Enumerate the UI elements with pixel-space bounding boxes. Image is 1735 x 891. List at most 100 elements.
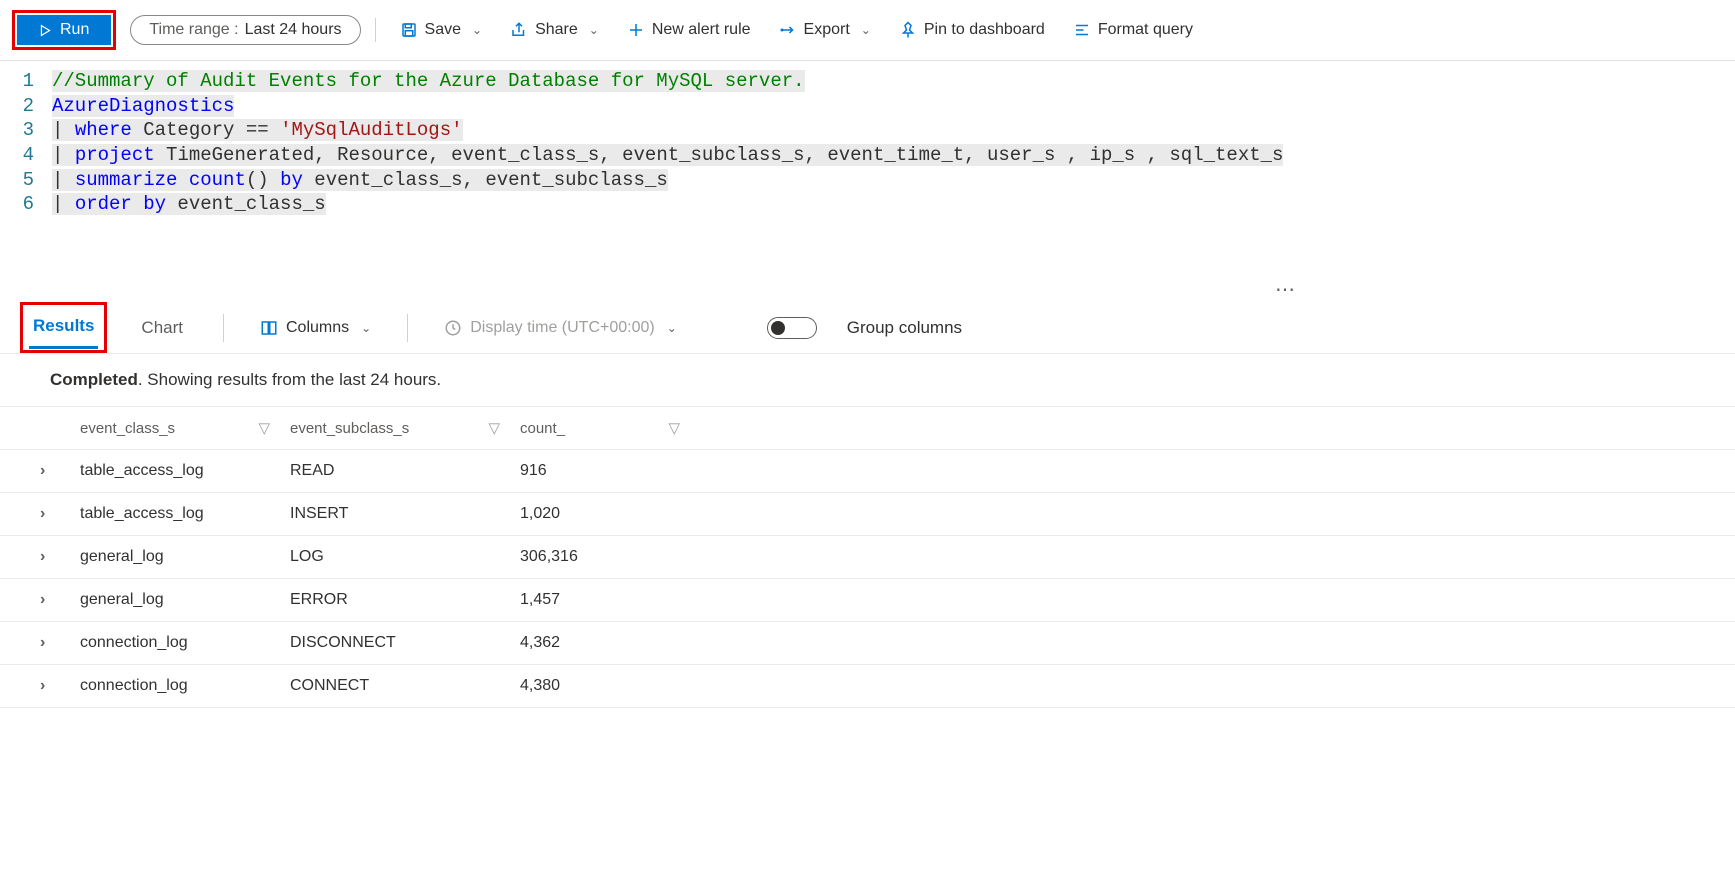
chevron-down-icon: ⌄ — [361, 321, 371, 335]
col-header[interactable]: event_subclass_s — [290, 420, 409, 437]
tab-results[interactable]: Results — [29, 306, 98, 349]
export-icon — [779, 21, 797, 39]
format-label: Format query — [1098, 21, 1193, 39]
code-line: 1//Summary of Audit Events for the Azure… — [0, 69, 1735, 94]
code-line: 6| order by event_class_s — [0, 192, 1735, 217]
col-header[interactable]: event_class_s — [80, 420, 175, 437]
share-icon — [510, 21, 528, 39]
table-row[interactable]: › general_logLOG306,316 — [0, 536, 1735, 579]
table-row[interactable]: ›table_access_logREAD916 — [0, 450, 1735, 493]
columns-label: Columns — [286, 319, 349, 337]
play-icon — [39, 24, 52, 37]
code-content[interactable]: AzureDiagnostics — [52, 94, 234, 119]
filter-icon[interactable]: ▽ — [258, 419, 270, 437]
cell: 1,020 — [520, 505, 700, 523]
cell: INSERT — [290, 505, 520, 523]
grid-header: event_class_s ▽ event_subclass_s ▽ count_ ▽ — [0, 407, 1735, 450]
pin-icon — [899, 21, 917, 39]
group-columns-label: Group columns — [847, 318, 962, 338]
chevron-down-icon: ⌄ — [589, 23, 599, 37]
line-number: 1 — [0, 69, 52, 94]
time-range-label: Time range : — [149, 21, 238, 39]
line-number: 5 — [0, 168, 52, 193]
expand-icon[interactable]: › — [40, 505, 45, 522]
export-label: Export — [804, 21, 850, 39]
cell: CONNECT — [290, 677, 520, 695]
cell: 306,316 — [520, 548, 700, 566]
cell: connection_log — [80, 677, 290, 695]
save-label: Save — [425, 21, 461, 39]
chevron-down-icon: ⌄ — [472, 23, 482, 37]
divider — [407, 314, 408, 342]
table-row[interactable]: › connection_logDISCONNECT4,362 — [0, 622, 1735, 665]
share-label: Share — [535, 21, 578, 39]
tab-chart[interactable]: Chart — [137, 308, 187, 348]
expand-icon[interactable]: › — [40, 548, 45, 565]
cell: 916 — [520, 462, 700, 480]
cell: connection_log — [80, 634, 290, 652]
save-button[interactable]: Save ⌄ — [390, 17, 493, 43]
line-number: 4 — [0, 143, 52, 168]
new-alert-button[interactable]: New alert rule — [617, 17, 761, 43]
table-row[interactable]: › general_logERROR1,457 — [0, 579, 1735, 622]
display-time-button[interactable]: Display time (UTC+00:00) ⌄ — [444, 319, 677, 337]
code-content[interactable]: | project TimeGenerated, Resource, event… — [52, 143, 1283, 168]
results-grid: event_class_s ▽ event_subclass_s ▽ count_ ▽… — [0, 407, 1735, 708]
export-button[interactable]: Export ⌄ — [769, 17, 881, 43]
format-button[interactable]: Format query — [1063, 17, 1203, 43]
cell: general_log — [80, 591, 290, 609]
code-line: 5| summarize count() by event_class_s, e… — [0, 168, 1735, 193]
col-header[interactable]: count_ — [520, 420, 565, 437]
expand-icon[interactable]: › — [40, 677, 45, 694]
cell: 1,457 — [520, 591, 700, 609]
code-line: 4| project TimeGenerated, Resource, even… — [0, 143, 1735, 168]
code-line: 3| where Category == 'MySqlAuditLogs' — [0, 118, 1735, 143]
cell: general_log — [80, 548, 290, 566]
code-content[interactable]: | where Category == 'MySqlAuditLogs' — [52, 118, 463, 143]
group-columns-toggle[interactable] — [767, 317, 817, 339]
time-range-picker[interactable]: Time range : Last 24 hours — [130, 15, 360, 45]
expand-icon[interactable]: › — [40, 591, 45, 608]
cell: ERROR — [290, 591, 520, 609]
run-label: Run — [60, 21, 89, 39]
filter-icon[interactable]: ▽ — [668, 419, 680, 437]
cell: LOG — [290, 548, 520, 566]
code-content[interactable]: | summarize count() by event_class_s, ev… — [52, 168, 668, 193]
status-completed: Completed — [50, 370, 138, 389]
cell: table_access_log — [80, 462, 290, 480]
code-content[interactable]: //Summary of Audit Events for the Azure … — [52, 69, 805, 94]
cell: DISCONNECT — [290, 634, 520, 652]
status-bar: Completed. Showing results from the last… — [0, 354, 1735, 407]
new-alert-label: New alert rule — [652, 21, 751, 39]
table-row[interactable]: › table_access_logINSERT1,020 — [0, 493, 1735, 536]
code-line: 2AzureDiagnostics — [0, 94, 1735, 119]
run-button-highlight: Run — [12, 10, 116, 50]
time-range-value: Last 24 hours — [245, 21, 342, 39]
cell: table_access_log — [80, 505, 290, 523]
format-icon — [1073, 21, 1091, 39]
run-button[interactable]: Run — [17, 15, 111, 45]
query-editor[interactable]: 1//Summary of Audit Events for the Azure… — [0, 61, 1735, 277]
table-row[interactable]: › connection_logCONNECT4,380 — [0, 665, 1735, 708]
share-button[interactable]: Share ⌄ — [500, 17, 609, 43]
pin-button[interactable]: Pin to dashboard — [889, 17, 1055, 43]
chevron-down-icon: ⌄ — [861, 23, 871, 37]
line-number: 2 — [0, 94, 52, 119]
columns-icon — [260, 319, 278, 337]
tabs-highlight: Results — [20, 302, 107, 353]
clock-icon — [444, 319, 462, 337]
plus-icon — [627, 21, 645, 39]
expand-icon[interactable]: › — [40, 462, 45, 479]
chevron-down-icon: ⌄ — [667, 321, 677, 335]
columns-button[interactable]: Columns ⌄ — [260, 319, 371, 337]
display-time-label: Display time (UTC+00:00) — [470, 319, 655, 337]
status-message: . Showing results from the last 24 hours… — [138, 370, 441, 389]
line-number: 6 — [0, 192, 52, 217]
cell: 4,380 — [520, 677, 700, 695]
cell: 4,362 — [520, 634, 700, 652]
save-icon — [400, 21, 418, 39]
code-content[interactable]: | order by event_class_s — [52, 192, 326, 217]
expand-icon[interactable]: › — [40, 634, 45, 651]
more-icon[interactable]: ⋯ — [0, 277, 1735, 302]
filter-icon[interactable]: ▽ — [488, 419, 500, 437]
